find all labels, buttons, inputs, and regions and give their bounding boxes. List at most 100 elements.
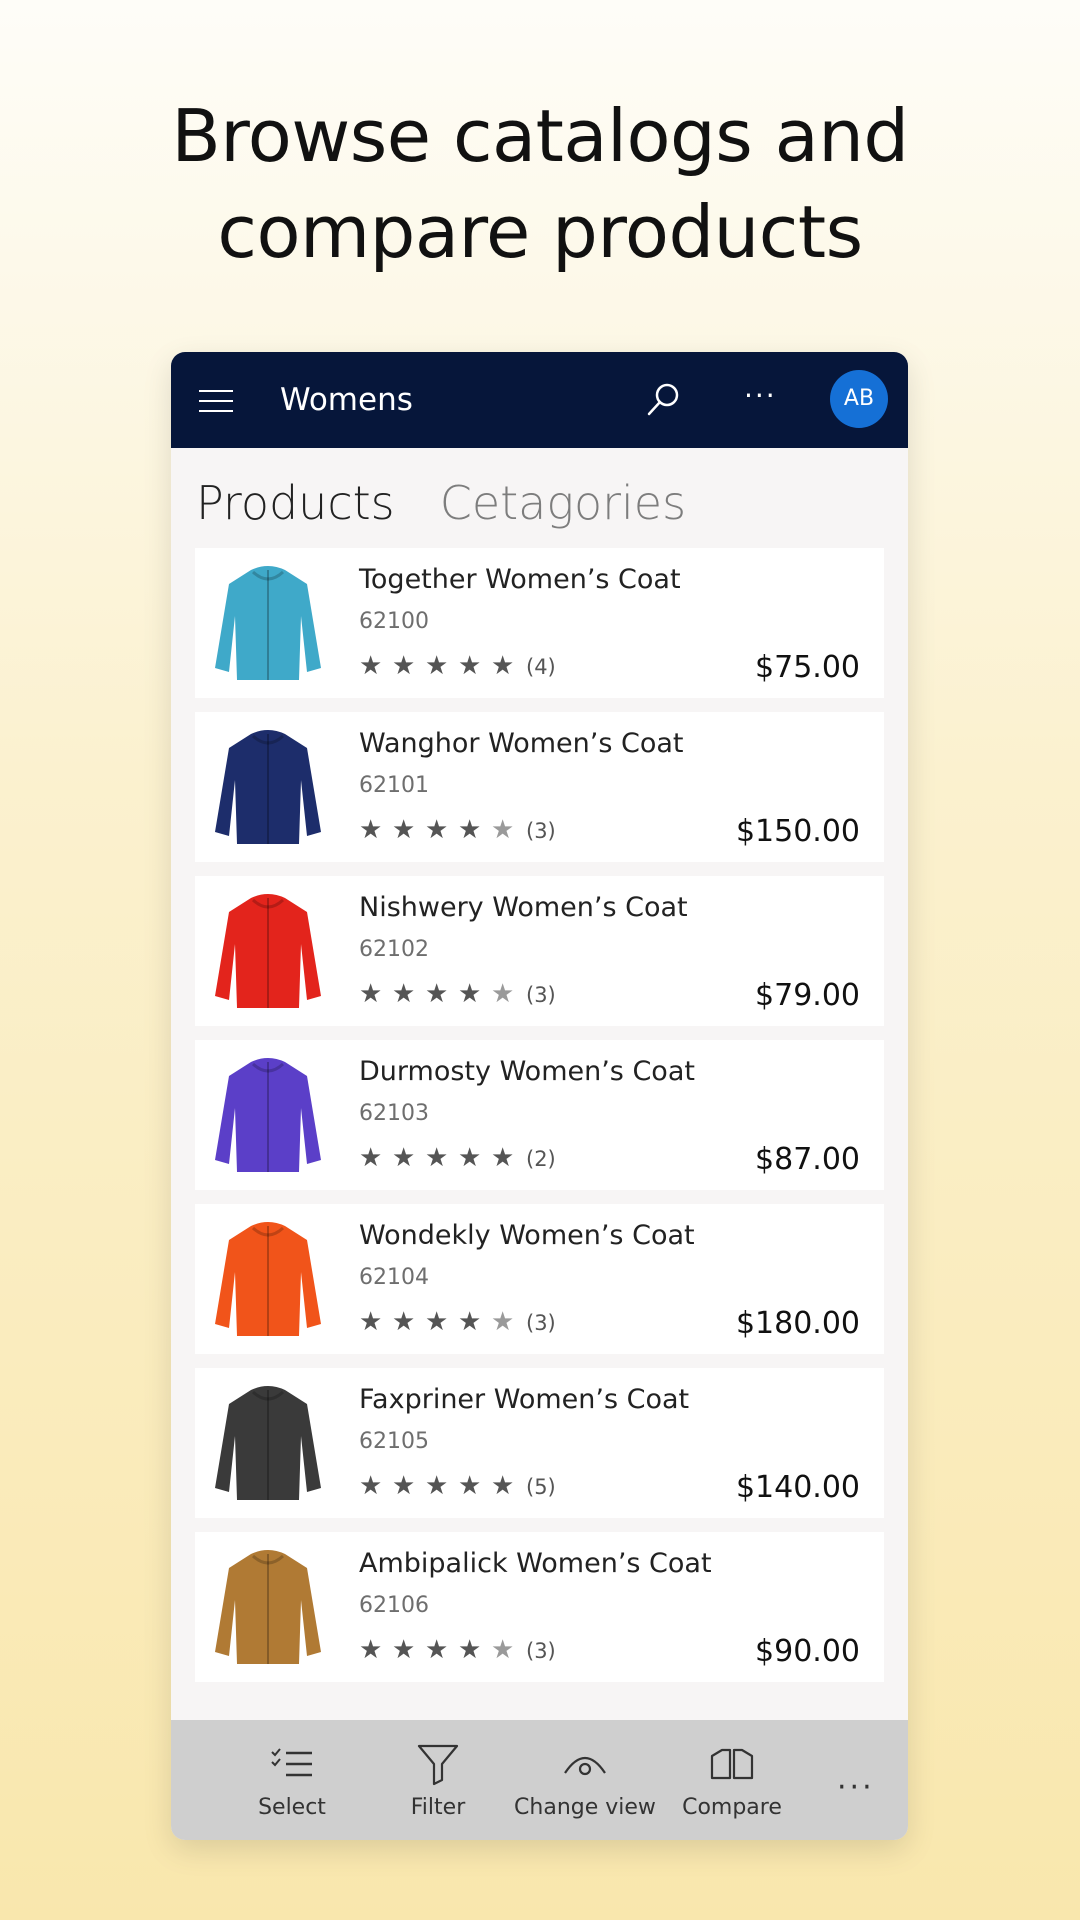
coat-image (215, 1550, 321, 1664)
more-commands-icon[interactable]: ··· (837, 1770, 875, 1805)
app-bar: Womens ··· AB (171, 352, 908, 448)
eye-icon (564, 1756, 606, 1776)
product-rating: ★ ★ ★ ★ ★ (5) (359, 1470, 556, 1503)
product-price: $150.00 (735, 814, 860, 849)
review-count: (3) (526, 819, 556, 843)
review-count: (3) (526, 1639, 556, 1663)
product-list-item[interactable]: Nishwery Women’s Coat 62102 ★ ★ ★ ★ ★ (3) $79.00 (195, 876, 884, 1026)
product-name: Wanghor Women’s Coat (359, 728, 684, 759)
review-count: (5) (526, 1475, 556, 1499)
star-filled-icon: ★ (425, 1307, 449, 1337)
avatar[interactable]: AB (830, 370, 888, 428)
filter-label: Filter (410, 1795, 466, 1820)
star-filled-icon: ★ (392, 1143, 416, 1173)
product-list-item[interactable]: Durmosty Women’s Coat 62103 ★ ★ ★ ★ ★ (2) $87.00 (195, 1040, 884, 1190)
compare-icon (710, 1748, 754, 1780)
star-filled-icon: ★ (359, 1307, 383, 1337)
product-sku: 62103 (359, 1101, 429, 1126)
star-filled-icon: ★ (392, 651, 416, 681)
headline-line-1: Browse catalogs and (171, 94, 909, 178)
review-count: (2) (526, 1147, 556, 1171)
filter-icon (417, 1744, 459, 1786)
review-count: (3) (526, 983, 556, 1007)
product-rating: ★ ★ ★ ★ ★ (2) (359, 1142, 556, 1175)
star-filled-icon: ★ (458, 651, 482, 681)
product-sku: 62101 (359, 773, 429, 798)
product-rating: ★ ★ ★ ★ ★ (3) (359, 814, 556, 847)
product-list-item[interactable]: Together Women’s Coat 62100 ★ ★ ★ ★ ★ (4) $75.00 (195, 548, 884, 698)
product-list-item[interactable]: Wondekly Women’s Coat 62104 ★ ★ ★ ★ ★ (3) $180.0… (195, 1204, 884, 1354)
star-filled-icon: ★ (491, 1471, 515, 1501)
more-options-icon[interactable]: ··· (744, 382, 777, 410)
product-price: $90.00 (755, 1634, 860, 1669)
review-count: (3) (526, 1311, 556, 1335)
compare-button[interactable]: Compare (657, 1738, 807, 1826)
app-title: Womens (280, 382, 413, 418)
headline-line-2: compare products (217, 190, 863, 274)
star-filled-icon: ★ (359, 1471, 383, 1501)
hamburger-menu-icon[interactable] (199, 390, 233, 412)
product-price: $75.00 (755, 650, 860, 685)
coat-image (215, 566, 321, 680)
star-filled-icon: ★ (359, 1143, 383, 1173)
star-filled-icon: ★ (458, 1635, 482, 1665)
product-rating: ★ ★ ★ ★ ★ (4) (359, 650, 556, 683)
filter-button[interactable]: Filter (363, 1738, 513, 1826)
product-list-item[interactable]: Ambipalick Women’s Coat 62106 ★ ★ ★ ★ ★ (3) $90.… (195, 1532, 884, 1682)
coat-image (215, 1386, 321, 1500)
coat-image (215, 894, 321, 1008)
product-sku: 62105 (359, 1429, 429, 1454)
product-name: Nishwery Women’s Coat (359, 892, 688, 923)
product-rating: ★ ★ ★ ★ ★ (3) (359, 1306, 556, 1339)
search-icon[interactable] (643, 380, 683, 420)
product-sku: 62104 (359, 1265, 429, 1290)
star-empty-icon: ★ (491, 1635, 515, 1665)
select-list-icon (271, 1748, 312, 1777)
product-name: Faxpriner Women’s Coat (359, 1384, 690, 1415)
product-sku: 62106 (359, 1593, 429, 1618)
product-price: $180.00 (735, 1306, 860, 1341)
change-view-label: Change view (514, 1795, 656, 1820)
product-name: Ambipalick Women’s Coat (359, 1548, 712, 1579)
star-filled-icon: ★ (425, 1143, 449, 1173)
select-button[interactable]: Select (217, 1738, 367, 1826)
star-filled-icon: ★ (425, 815, 449, 845)
star-filled-icon: ★ (392, 1471, 416, 1501)
star-filled-icon: ★ (359, 1635, 383, 1665)
change-view-button[interactable]: Change view (510, 1738, 660, 1826)
star-filled-icon: ★ (458, 1471, 482, 1501)
star-filled-icon: ★ (458, 815, 482, 845)
product-sku: 62102 (359, 937, 429, 962)
product-price: $140.00 (735, 1470, 860, 1505)
headline: Browse catalogs and compare products (0, 88, 1080, 280)
coat-image (215, 1222, 321, 1336)
product-price: $79.00 (755, 978, 860, 1013)
compare-label: Compare (682, 1795, 782, 1820)
star-filled-icon: ★ (491, 651, 515, 681)
tab-strip: Products Cetagories (196, 468, 726, 538)
star-filled-icon: ★ (425, 1635, 449, 1665)
star-filled-icon: ★ (392, 1307, 416, 1337)
tab-products[interactable]: Products (196, 468, 395, 538)
command-bar: Select Filter Change view Compare ··· (171, 1720, 908, 1840)
star-empty-icon: ★ (491, 979, 515, 1009)
star-empty-icon: ★ (491, 1307, 515, 1337)
product-list-item[interactable]: Wanghor Women’s Coat 62101 ★ ★ ★ ★ ★ (3) $150.00 (195, 712, 884, 862)
star-filled-icon: ★ (458, 1143, 482, 1173)
star-filled-icon: ★ (359, 651, 383, 681)
coat-image (215, 1058, 321, 1172)
star-filled-icon: ★ (392, 1635, 416, 1665)
product-sku: 62100 (359, 609, 429, 634)
product-name: Wondekly Women’s Coat (359, 1220, 695, 1251)
product-rating: ★ ★ ★ ★ ★ (3) (359, 978, 556, 1011)
product-list-item[interactable]: Faxpriner Women’s Coat 62105 ★ ★ ★ ★ ★ (5) $140.… (195, 1368, 884, 1518)
star-filled-icon: ★ (458, 979, 482, 1009)
select-label: Select (258, 1795, 326, 1820)
product-list: Together Women’s Coat 62100 ★ ★ ★ ★ ★ (4) $75.00… (195, 548, 884, 1696)
star-filled-icon: ★ (458, 1307, 482, 1337)
review-count: (4) (526, 655, 556, 679)
product-name: Durmosty Women’s Coat (359, 1056, 695, 1087)
star-filled-icon: ★ (359, 815, 383, 845)
tab-categories[interactable]: Cetagories (440, 468, 686, 538)
star-empty-icon: ★ (491, 815, 515, 845)
